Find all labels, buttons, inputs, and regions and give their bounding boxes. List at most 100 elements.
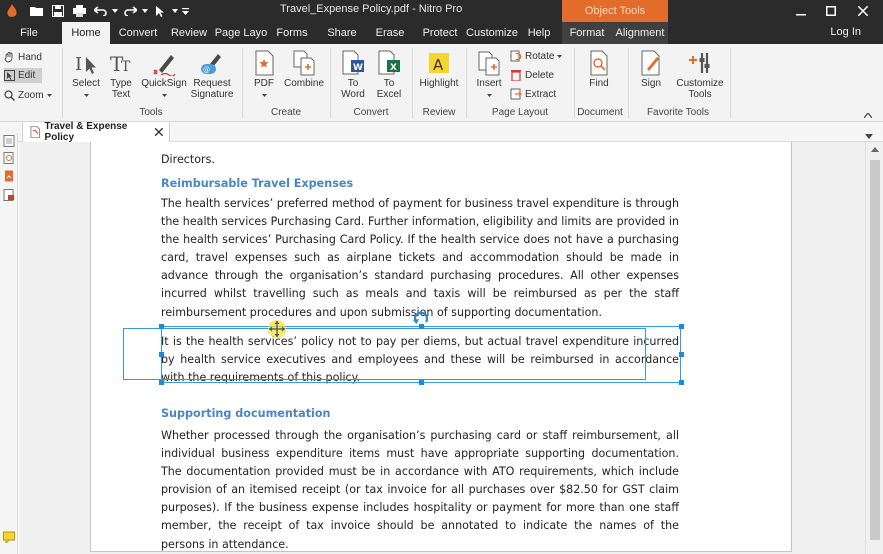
tab-customize[interactable]: Customize [464, 22, 520, 44]
resize-handle-top-right[interactable] [679, 324, 684, 329]
customize-tools-icon [689, 53, 710, 73]
vertical-scrollbar[interactable] [865, 142, 883, 554]
sign-label: Sign [640, 78, 661, 89]
to-excel-button[interactable]: X To Excel [372, 50, 406, 100]
tab-review[interactable]: Review [166, 22, 212, 44]
insert-button[interactable]: Insert [472, 50, 506, 100]
type-text-button[interactable]: TT Type Text [104, 50, 138, 100]
document-tab[interactable]: Travel & Expense Policy [22, 121, 170, 143]
to-word-button[interactable]: W To Word [336, 50, 370, 100]
object-tools-context-header: Object Tools [562, 0, 668, 22]
pdf-file-icon [30, 126, 41, 138]
type-text-icon: TT [110, 52, 131, 76]
minimize-button[interactable] [785, 0, 817, 22]
request-signature-label-1: Request [193, 78, 231, 89]
group-divider [62, 48, 63, 118]
rotate-dropdown-icon [557, 54, 563, 58]
request-signature-button[interactable]: @ Request Signature [188, 50, 236, 100]
select-tool-icon[interactable] [151, 2, 169, 20]
extract-button[interactable]: Extract [510, 88, 556, 100]
select-tool-button[interactable]: I Select [68, 50, 104, 100]
scroll-up-icon[interactable] [871, 147, 879, 152]
find-button[interactable]: Find [580, 50, 618, 89]
save-icon[interactable] [49, 2, 67, 20]
select-cursor-icon: I [75, 54, 96, 75]
redo-icon[interactable] [121, 2, 139, 20]
review-group-label: Review [422, 107, 456, 118]
resize-handle-top-left[interactable] [159, 324, 164, 329]
document-group-label: Document [577, 107, 623, 118]
undo-icon[interactable] [91, 2, 109, 20]
undo-dropdown-icon[interactable] [112, 2, 118, 20]
quicksign-label: QuickSign [141, 78, 187, 89]
group-divider [466, 48, 467, 118]
hand-icon [4, 51, 13, 62]
extract-icon [510, 88, 522, 100]
combine-button[interactable]: Combine [282, 50, 326, 89]
create-pdf-label: PDF [254, 78, 274, 89]
customize-qat-icon[interactable] [181, 2, 189, 20]
tools-group-label: Tools [139, 107, 163, 118]
delete-button[interactable]: Delete [510, 69, 554, 81]
tab-format[interactable]: Format [562, 22, 612, 44]
quicksign-dropdown-icon [161, 94, 167, 97]
sign-pen-icon [641, 50, 660, 76]
open-folder-icon[interactable] [28, 2, 46, 20]
customize-tools-button[interactable]: Customize Tools [672, 50, 728, 100]
create-pdf-button[interactable]: PDF [248, 50, 280, 100]
edit-mode-button[interactable]: Edit [4, 68, 42, 83]
log-in-button[interactable]: Log In [830, 26, 861, 38]
tab-convert[interactable]: Convert [112, 22, 164, 44]
tab-share[interactable]: Share [322, 22, 362, 44]
close-window-button[interactable] [847, 0, 879, 22]
delete-trash-icon [511, 70, 521, 81]
tab-home[interactable]: Home [62, 22, 110, 44]
tab-page-layout[interactable]: Page Layo [214, 22, 268, 44]
resize-handle-bottom-right[interactable] [679, 380, 684, 385]
tab-file[interactable]: File [0, 22, 58, 44]
nitro-logo-icon[interactable] [3, 2, 21, 20]
text-object-drag-outline [123, 328, 646, 380]
ribbon-collapse-icon[interactable] [863, 109, 873, 121]
pdf-page: Directors. Reimbursable Travel Expenses … [90, 142, 792, 552]
sign-button[interactable]: Sign [634, 50, 668, 89]
pdf-dropdown-icon [261, 94, 267, 97]
type-text-label-2: Text [111, 89, 131, 100]
bookmarks-panel-icon[interactable] [3, 170, 15, 182]
document-tab-bar: Travel & Expense Policy [0, 121, 883, 143]
security-panel-icon[interactable] [3, 189, 15, 201]
quicksign-button[interactable]: QuickSign [140, 50, 188, 100]
favorite-tools-group-label: Favorite Tools [646, 107, 710, 118]
resize-handle-middle-left[interactable] [159, 352, 164, 357]
redo-dropdown-icon[interactable] [142, 2, 148, 20]
resize-handle-middle-right[interactable] [679, 352, 684, 357]
paragraph-purchasing-card: The health services’ preferred method of… [161, 197, 679, 319]
zoom-mode-button[interactable]: Zoom [4, 88, 58, 102]
quicksign-pen-icon [153, 55, 176, 76]
tab-list-dropdown-icon[interactable] [865, 130, 873, 142]
hand-mode-button[interactable]: Hand [4, 50, 48, 64]
tab-alignment[interactable]: Alignment [612, 22, 668, 44]
tab-protect[interactable]: Protect [418, 22, 462, 44]
insert-page-icon [478, 51, 500, 76]
previous-paragraph-fragment: Directors. [161, 153, 215, 166]
search-panel-icon[interactable] [3, 152, 15, 164]
tab-help[interactable]: Help [522, 22, 556, 44]
pages-panel-icon[interactable] [3, 135, 15, 147]
combine-files-icon [293, 50, 315, 76]
select-dropdown-icon[interactable] [172, 2, 178, 20]
rotate-handle-icon[interactable] [413, 311, 429, 325]
tab-erase[interactable]: Erase [370, 22, 410, 44]
heading-supporting-documentation: Supporting documentation [161, 407, 331, 420]
quick-access-toolbar [0, 0, 189, 22]
resize-handle-bottom-left[interactable] [159, 380, 164, 385]
tab-forms[interactable]: Forms [270, 22, 314, 44]
scrollbar-thumb[interactable] [870, 160, 880, 540]
close-tab-icon[interactable] [155, 128, 163, 136]
resize-handle-bottom-middle[interactable] [419, 380, 424, 385]
print-icon[interactable] [70, 2, 88, 20]
maximize-button[interactable] [815, 0, 847, 22]
comments-panel-icon[interactable] [3, 531, 15, 543]
highlight-button[interactable]: A Highlight [416, 50, 462, 89]
rotate-button[interactable]: Rotate [510, 50, 563, 62]
